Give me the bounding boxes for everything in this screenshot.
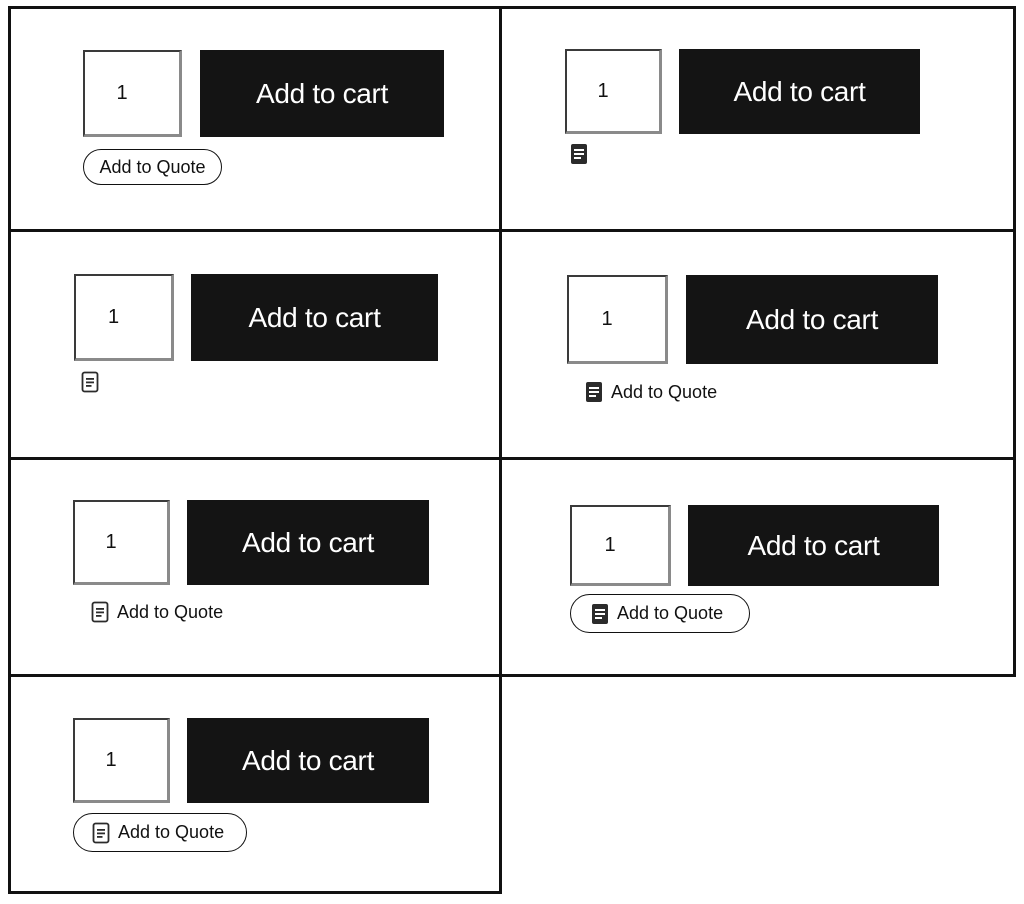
document-outline-icon [81,371,99,393]
grid-border [8,6,11,894]
quantity-input[interactable]: 1 [83,50,182,137]
quantity-input[interactable]: 1 [73,718,170,803]
quantity-input[interactable]: 1 [567,275,668,364]
add-to-quote-label: Add to Quote [611,381,718,402]
quantity-value: 1 [107,305,120,328]
document-outline-icon [91,601,109,623]
quantity-input[interactable]: 1 [73,500,170,585]
quantity-value: 1 [601,307,613,330]
quantity-value: 1 [116,81,128,104]
add-to-cart-button[interactable]: Add to cart [200,50,444,137]
add-to-quote-button[interactable]: Add to Quote [570,594,750,633]
add-to-quote-button[interactable]: Add to Quote [585,381,717,403]
add-to-cart-button[interactable]: Add to cart [187,500,429,585]
add-to-quote-label: Add to Quote [617,603,724,623]
document-filled-icon [585,381,603,403]
add-to-cart-button[interactable]: Add to cart [187,718,429,803]
quantity-input[interactable]: 1 [570,505,671,586]
grid-border [8,229,1016,232]
add-to-quote-button[interactable]: Add to Quote [91,601,223,623]
quantity-value: 1 [597,79,609,102]
add-to-quote-button[interactable] [81,371,99,393]
quantity-input[interactable]: 1 [565,49,662,134]
grid-border [8,891,502,894]
add-to-cart-button[interactable]: Add to cart [688,505,939,586]
grid-border [8,457,1016,460]
add-to-quote-label: Add to Quote [99,156,206,177]
quantity-input[interactable]: 1 [74,274,174,361]
grid-border [8,674,1016,677]
add-to-quote-label: Add to Quote [118,822,225,842]
add-to-quote-button[interactable]: Add to Quote [83,149,222,185]
add-to-quote-button[interactable] [570,143,588,165]
add-to-quote-label: Add to Quote [117,601,224,622]
add-to-cart-button[interactable]: Add to cart [191,274,438,361]
grid-border [1013,6,1016,677]
quantity-value: 1 [105,530,117,553]
grid-border [499,6,502,894]
add-to-cart-button[interactable]: Add to cart [679,49,920,134]
variant-grid: 1 Add to cart Add to Quote 1 Add to cart… [0,0,1024,904]
quantity-value: 1 [604,533,616,556]
grid-border [8,6,1016,9]
quantity-value: 1 [105,748,117,771]
add-to-cart-button[interactable]: Add to cart [686,275,938,364]
add-to-quote-button[interactable]: Add to Quote [73,813,247,852]
document-outline-icon [92,822,110,844]
document-filled-icon [591,603,609,625]
document-filled-icon [570,143,588,165]
